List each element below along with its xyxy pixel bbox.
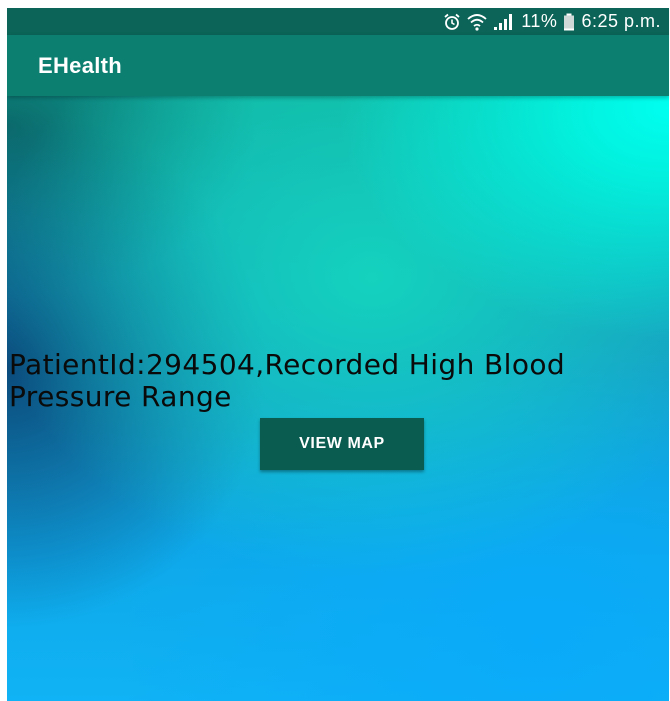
status-time: 6:25 p.m. [581, 11, 661, 31]
app-bar: EHealth [7, 35, 669, 96]
wifi-icon [467, 13, 487, 31]
app-title: EHealth [38, 52, 123, 78]
signal-icon [493, 13, 515, 31]
content-area: PatientId:294504,Recorded High Blood Pre… [7, 96, 669, 701]
phone-screen: 11% 6:25 p.m. EHealth PatientId:294504,R… [7, 8, 669, 701]
patient-alert-message: PatientId:294504,Recorded High Blood Pre… [9, 348, 566, 413]
alarm-icon [443, 13, 461, 31]
battery-icon [563, 13, 575, 31]
battery-percent: 11% [521, 11, 558, 31]
status-bar: 11% 6:25 p.m. [7, 8, 669, 35]
view-map-button[interactable]: VIEW MAP [260, 418, 424, 470]
